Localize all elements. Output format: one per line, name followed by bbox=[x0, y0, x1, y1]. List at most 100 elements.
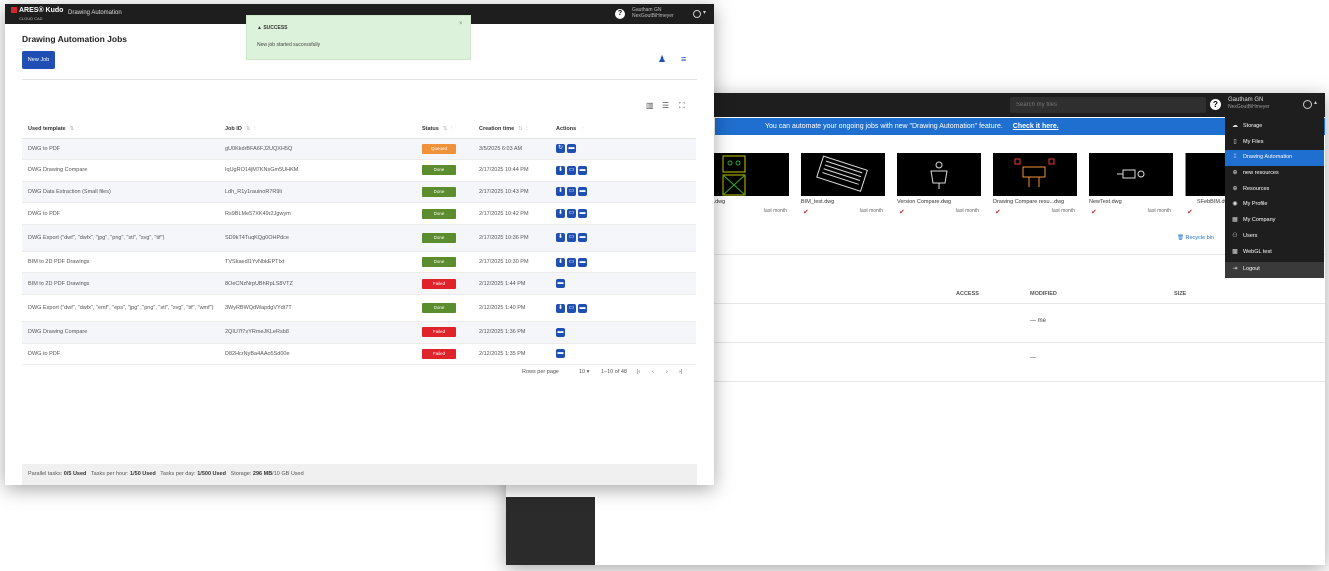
table-row[interactable]: DWG Drawing Compare 2QIU7f7vYRmeJKLeRsb8 F… bbox=[22, 321, 696, 344]
cell-job-id: Rs9BLMe57XK49r2Jgwym bbox=[219, 202, 416, 225]
new-job-button[interactable]: New Job bbox=[22, 51, 55, 69]
download-icon[interactable]: ⬇ bbox=[556, 257, 565, 267]
fullscreen-icon[interactable]: ⛶ bbox=[679, 101, 685, 111]
grid-view-icon[interactable]: ▥ bbox=[646, 101, 654, 110]
menu-item-new-resources[interactable]: ⊕ new resources bbox=[1225, 166, 1324, 182]
table-row[interactable]: DWG Export ("dwf", "dwfx", "emf", "eps",… bbox=[22, 294, 696, 323]
table-row[interactable]: DWG Drawing Compare IqUgRO14jM7KNsGm5UHKM… bbox=[22, 159, 696, 182]
refresh-icon[interactable]: ↻ bbox=[556, 144, 565, 154]
logo-subtitle: CLOUD CAD bbox=[19, 16, 43, 21]
download-icon[interactable]: ⬇ bbox=[556, 165, 565, 175]
next-page-icon[interactable]: › bbox=[666, 369, 668, 375]
column-status[interactable]: Status ⇅ ⋮ bbox=[416, 120, 473, 139]
sort-icon[interactable]: ⇅ ⋮ bbox=[443, 126, 455, 132]
column-job-id[interactable]: Job ID ⇅ ⋮ bbox=[219, 120, 416, 139]
trash-icon[interactable]: ▬ bbox=[567, 144, 576, 154]
close-icon[interactable]: × bbox=[459, 21, 463, 27]
column-creation-time[interactable]: Creation time ⇅ ⋮ bbox=[473, 120, 550, 139]
cell-job-id: 2QIU7f7vYRmeJKLeRsb8 bbox=[219, 321, 416, 344]
list-view-icon[interactable]: ☰ bbox=[662, 101, 669, 110]
recycle-bin-link[interactable]: 🗑 Recycle bin bbox=[1177, 235, 1214, 241]
user-info[interactable]: Gautham GN NexGoutBiHmeyer bbox=[632, 7, 674, 19]
notification-icon[interactable]: ♟ bbox=[658, 54, 666, 65]
menu-item-users[interactable]: ⚇ Users bbox=[1225, 229, 1324, 245]
column-used-template[interactable]: Used template ⇅ ⋮ bbox=[22, 120, 219, 139]
menu-item-resources[interactable]: ⊕ Resources bbox=[1225, 182, 1324, 198]
table-row[interactable]: DWG to PDF D82HcrNyBa4AAo5Sd00e Failed 2/12… bbox=[22, 343, 696, 366]
folder-icon[interactable]: ▭ bbox=[567, 187, 576, 197]
table-row[interactable]: DWG to PDF gU0KkdrBFA6FJ2UQXH5Q Queued 3/5/… bbox=[22, 138, 696, 161]
table-row[interactable]: BIM to 2D PDF Drawings TVSkaedl1YvNbkEPTI… bbox=[22, 251, 696, 274]
first-page-icon[interactable]: |‹ bbox=[637, 369, 640, 375]
download-icon[interactable]: ⬇ bbox=[556, 187, 565, 197]
user-info[interactable]: Gautham GN NexGoutBiHmeyer bbox=[1228, 97, 1270, 111]
table-header-row: Used template ⇅ ⋮ Job ID ⇅ ⋮ Status ⇅ ⋮ Cre… bbox=[22, 120, 696, 139]
download-icon[interactable]: ⬇ bbox=[556, 303, 565, 313]
trash-icon[interactable]: ▬ bbox=[578, 165, 587, 175]
prev-page-icon[interactable]: ‹ bbox=[652, 369, 654, 375]
trash-icon[interactable]: ▬ bbox=[578, 209, 587, 219]
trash-icon[interactable]: ▬ bbox=[578, 187, 587, 197]
column-modified[interactable]: MODIFIED bbox=[1030, 291, 1057, 297]
avatar[interactable] bbox=[1303, 100, 1312, 109]
cell-template: DWG to PDF bbox=[22, 343, 219, 366]
menu-item-logout[interactable]: ⇥ Logout bbox=[1225, 262, 1324, 278]
table-row[interactable]: DWG Export ("dwf", "dwfx", "jpg", "png",… bbox=[22, 224, 696, 252]
trash-icon[interactable]: ▬ bbox=[556, 327, 565, 337]
cell-template: BIM to 2D PDF Drawings bbox=[22, 251, 219, 274]
users-icon: ⚇ bbox=[1232, 232, 1238, 239]
file-card[interactable]: Drawing Compare resu...dwg ✔ last month bbox=[993, 153, 1077, 221]
rows-per-page-select[interactable]: 10 ▾ bbox=[579, 369, 589, 375]
divider bbox=[22, 79, 697, 80]
menu-item-my-company[interactable]: ▦ My Company bbox=[1225, 213, 1324, 229]
storage-total: /10 GB Used bbox=[272, 471, 304, 477]
table-row[interactable]: BIM to 2D PDF Drawings 8OeCNzNrpUBhRpLS8V… bbox=[22, 272, 696, 296]
cell-job-id: IqUgRO14jM7KNsGm5UHKM bbox=[219, 159, 416, 182]
folder-icon[interactable]: ▭ bbox=[567, 165, 576, 175]
folder-icon[interactable]: ▭ bbox=[567, 257, 576, 267]
column-label: Creation time bbox=[479, 125, 515, 132]
column-access[interactable]: ACCESS bbox=[956, 291, 979, 297]
sort-icon[interactable]: ⇅ ⋮ bbox=[246, 126, 258, 132]
menu-item-my-files[interactable]: ▯ My Files bbox=[1225, 135, 1324, 151]
sort-icon[interactable]: ⇅ ⋮ bbox=[70, 126, 82, 132]
file-name: BIM_test.dwg bbox=[801, 199, 835, 205]
file-card[interactable]: NewTest.dwg ✔ last month bbox=[1089, 153, 1173, 221]
column-size[interactable]: SIZE bbox=[1174, 291, 1186, 297]
help-icon[interactable]: ? bbox=[615, 9, 625, 19]
avatar[interactable] bbox=[693, 10, 701, 18]
app-logo[interactable]: ARES® Kudo CLOUD CAD bbox=[11, 7, 63, 22]
column-menu-icon[interactable]: ⋮ bbox=[580, 126, 586, 132]
folder-icon[interactable]: ▭ bbox=[567, 233, 576, 243]
cell-template: BIM to 2D PDF Drawings bbox=[22, 272, 219, 296]
file-card[interactable]: BIM_test.dwg ✔ last month bbox=[801, 153, 885, 221]
sort-icon[interactable]: ⇅ ⋮ bbox=[518, 126, 530, 132]
chevron-down-icon[interactable]: ▾ bbox=[703, 9, 706, 16]
trash-icon[interactable]: ▬ bbox=[578, 257, 587, 267]
search-input[interactable] bbox=[1010, 97, 1206, 113]
filter-icon[interactable]: ≡ bbox=[681, 54, 686, 64]
trash-icon[interactable]: ▬ bbox=[578, 233, 587, 243]
chevron-up-icon[interactable]: ▴ bbox=[1314, 99, 1317, 106]
table-row[interactable]: DWG Data Extraction (Small files) Ldh_R1y… bbox=[22, 181, 696, 204]
download-icon[interactable]: ⬇ bbox=[556, 233, 565, 243]
table-row[interactable]: DWG to PDF Rs9BLMe57XK49r2Jgwym Done 2/17/2… bbox=[22, 202, 696, 225]
folder-icon[interactable]: ▭ bbox=[567, 303, 576, 313]
menu-item-drawing-automation[interactable]: ⁞⁞ Drawing Automation bbox=[1225, 150, 1324, 167]
folder-icon[interactable]: ▭ bbox=[567, 209, 576, 219]
trash-icon[interactable]: ▬ bbox=[556, 349, 565, 359]
help-icon[interactable]: ? bbox=[1210, 99, 1221, 110]
file-card[interactable]: ults.dwg last month bbox=[705, 153, 789, 221]
trash-icon[interactable]: ▬ bbox=[578, 303, 587, 313]
cell-status: Failed bbox=[416, 321, 473, 344]
file-card[interactable]: Version Compare.dwg ✔ last month bbox=[897, 153, 981, 221]
last-page-icon[interactable]: ›| bbox=[679, 369, 682, 375]
download-icon[interactable]: ⬇ bbox=[556, 209, 565, 219]
trash-icon[interactable]: ▬ bbox=[556, 279, 565, 289]
banner-link[interactable]: Check it here. bbox=[1013, 123, 1059, 130]
pagination-range: 1–10 of 48 bbox=[601, 369, 627, 375]
menu-item-my-profile[interactable]: ◉ My Profile bbox=[1225, 197, 1324, 213]
cell-creation-time: 2/17/2025 10:43 PM bbox=[473, 181, 550, 204]
menu-item-storage[interactable]: ☁ Storage bbox=[1225, 119, 1324, 135]
menu-item-webgl-test[interactable]: ▩ WebGL test bbox=[1225, 245, 1324, 261]
